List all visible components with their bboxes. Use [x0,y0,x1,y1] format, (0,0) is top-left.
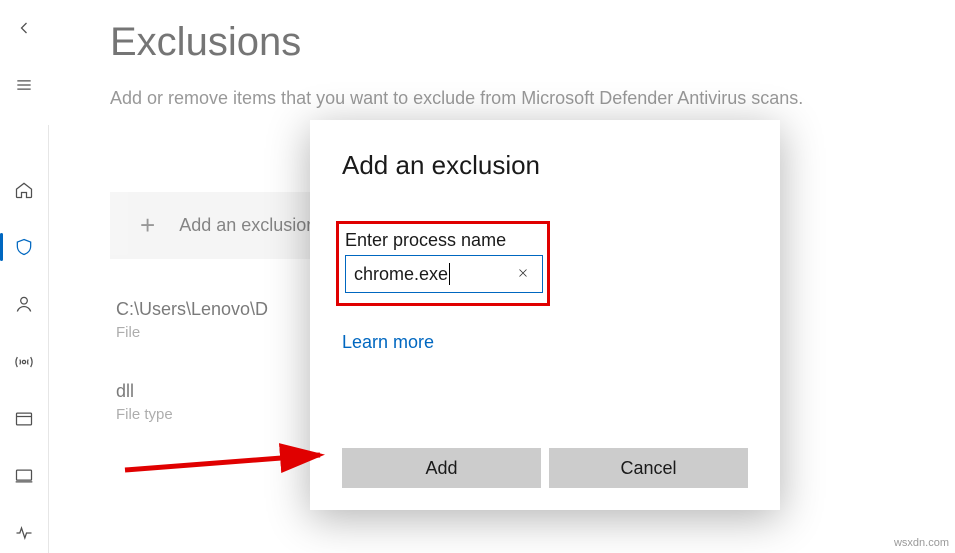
back-icon[interactable] [4,8,44,47]
page-title: Exclusions [110,20,935,65]
device-icon[interactable] [4,456,44,495]
health-icon[interactable] [4,514,44,553]
clear-input-button[interactable] [512,264,534,285]
page-description: Add or remove items that you want to exc… [110,85,830,112]
process-name-input[interactable]: chrome.exe [345,255,543,293]
text-cursor [449,263,450,285]
add-exclusion-label: Add an exclusion [179,215,316,236]
field-label: Enter process name [345,230,541,251]
add-exclusion-dialog: Add an exclusion Enter process name chro… [310,120,780,510]
account-icon[interactable] [4,285,44,324]
shield-icon[interactable] [4,227,44,266]
highlight-box: Enter process name chrome.exe [336,221,550,306]
learn-more-link[interactable]: Learn more [342,332,434,353]
watermark: wsxdn.com [894,537,949,549]
add-button[interactable]: Add [342,448,541,488]
dialog-button-row: Add Cancel [342,448,748,488]
menu-icon[interactable] [4,65,44,104]
home-icon[interactable] [4,170,44,209]
dialog-title: Add an exclusion [342,150,748,181]
left-nav-rail [0,0,48,553]
network-icon[interactable] [4,342,44,381]
vertical-separator [48,125,49,553]
cancel-button[interactable]: Cancel [549,448,748,488]
browser-icon[interactable] [4,399,44,438]
plus-icon: + [140,210,155,241]
input-value: chrome.exe [354,264,448,285]
